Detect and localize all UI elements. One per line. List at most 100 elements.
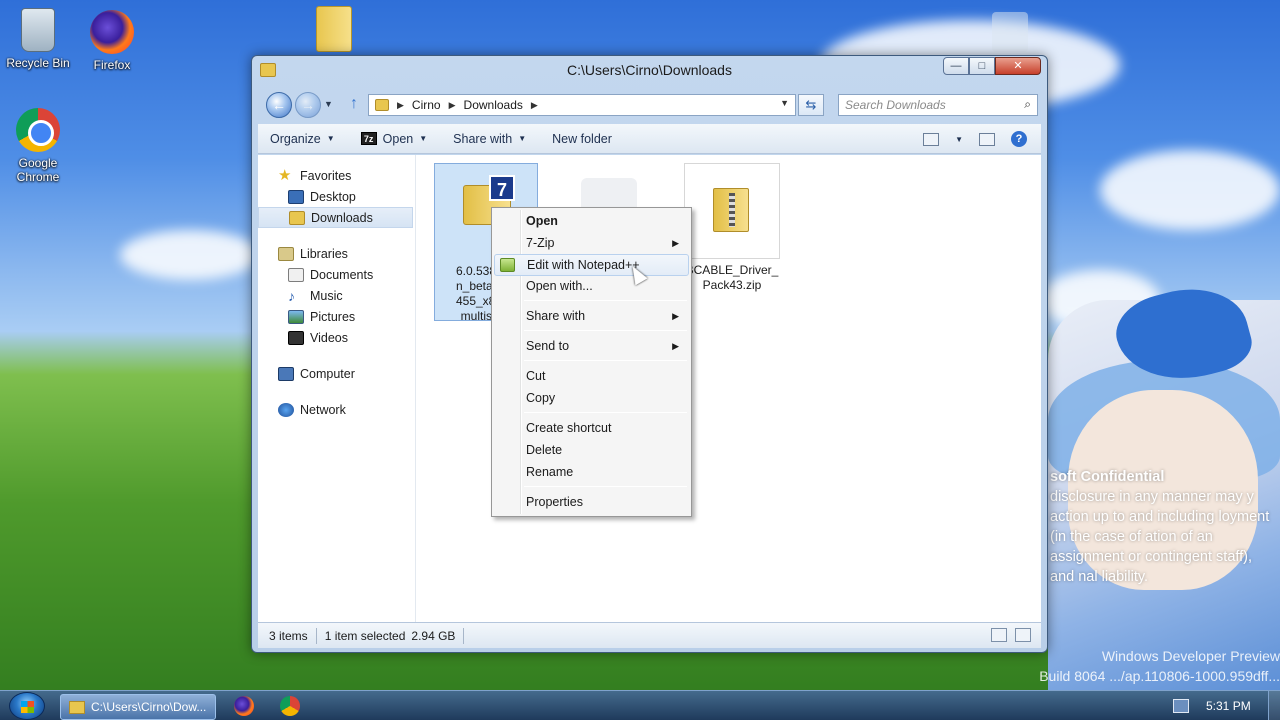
taskbar: C:\Users\Cirno\Dow... 5:31 PM [0,690,1280,720]
help-icon[interactable]: ? [1011,131,1027,147]
network-tray-icon[interactable] [1173,699,1189,713]
menu-label: 7-Zip [526,236,555,250]
command-bar: Organize ▼ 7z Open ▼ Share with ▼ New fo… [258,124,1041,154]
start-button[interactable] [9,692,45,720]
clock[interactable]: 5:31 PM [1206,699,1251,713]
menu-copy[interactable]: Copy [494,387,689,409]
search-icon: ⌕ [1024,97,1031,111]
organize-menu[interactable]: Organize ▼ [270,132,335,146]
nav-computer[interactable]: Computer [258,363,415,384]
nav-downloads[interactable]: Downloads [258,207,413,228]
nav-label: Videos [310,330,348,345]
desktop-recycle-bin[interactable]: Recycle Bin [0,8,76,70]
forward-button[interactable]: → [295,92,321,118]
confidential-watermark: soft Confidential disclosure in any mann… [1050,469,1270,585]
menu-create-shortcut[interactable]: Create shortcut [494,417,689,439]
taskbar-chrome-icon[interactable] [280,696,300,716]
menu-open-with[interactable]: Open with... [494,275,689,297]
up-button[interactable]: ↑ [350,95,358,113]
nav-documents[interactable]: Documents [258,264,415,285]
maximize-button[interactable]: □ [969,57,995,75]
show-desktop-button[interactable] [1268,691,1280,720]
submenu-arrow-icon: ▶ [672,311,679,321]
search-input[interactable]: Search Downloads ⌕ [838,94,1038,116]
wallpaper-cloud [1100,150,1280,230]
toolbar-right: ▼ ? [923,131,1027,147]
nav-videos[interactable]: Videos [258,327,415,348]
share-with-menu[interactable]: Share with ▼ [453,132,526,146]
share-with-label: Share with [453,131,513,146]
menu-rename[interactable]: Rename [494,461,689,483]
preview-pane-icon[interactable] [979,132,995,146]
file-name-line: BCABLE_Driver_ [685,263,779,277]
view-toggle [991,628,1031,642]
nav-label: Computer [300,366,355,381]
menu-edit-notepad[interactable]: Edit with Notepad++ [494,254,689,276]
menu-send-to[interactable]: Send to ▶ [494,335,689,357]
chrome-icon [16,108,60,152]
window-controls: — □ ✕ [943,57,1041,75]
open-menu[interactable]: 7z Open ▼ [360,132,428,146]
notepad-plus-plus-icon [500,258,515,272]
menu-open[interactable]: Open [494,210,689,232]
nav-label: Pictures [310,309,356,324]
menu-properties[interactable]: Properties [494,491,689,513]
menu-cut[interactable]: Cut [494,365,689,387]
nav-label: Desktop [310,189,356,204]
nav-pictures[interactable]: Pictures [258,306,415,327]
firefox-icon [90,10,134,54]
taskbar-explorer-button[interactable]: C:\Users\Cirno\Dow... [60,694,216,720]
zip-file-icon [713,188,749,232]
desktop-firefox[interactable]: Firefox [74,10,150,72]
menu-7zip[interactable]: 7-Zip ▶ [494,232,689,254]
desktop-icon-label: Google Chrome [16,156,60,184]
menu-delete[interactable]: Delete [494,439,689,461]
videos-icon [288,330,304,345]
selection-size: 2.94 GB [411,628,456,643]
nav-music[interactable]: ♪ Music [258,285,415,306]
desktop-icon-label: Firefox [93,58,131,72]
desktop-folder-icon[interactable] [316,6,352,52]
file-item[interactable]: BCABLE_Driver_ Pack43.zip [680,163,784,293]
breadcrumb-cirno[interactable]: Cirno [412,98,441,112]
breadcrumb-arrow-icon[interactable]: ▶ [531,100,538,111]
nav-desktop[interactable]: Desktop [258,186,415,207]
minimize-button[interactable]: — [943,57,969,75]
address-dropdown-icon[interactable]: ▼ [780,98,789,108]
nav-network[interactable]: Network [258,399,415,420]
nav-label: Music [310,288,343,303]
menu-label: Send to [526,339,570,353]
taskbar-firefox-icon[interactable] [234,696,254,716]
recent-pages-dropdown[interactable]: ▼ [324,99,333,109]
back-button[interactable]: ← [266,92,292,118]
breadcrumb-arrow-icon[interactable]: ▶ [449,100,456,111]
menu-share-with[interactable]: Share with ▶ [494,305,689,327]
new-folder-button[interactable]: New folder [552,132,612,146]
chevron-down-icon[interactable]: ▼ [955,135,963,144]
address-bar[interactable]: ▶ Cirno ▶ Downloads ▶ ▼ [368,94,796,116]
window-title: C:\Users\Cirno\Downloads [567,62,732,78]
item-count: 3 items [269,628,308,643]
large-icons-view-icon[interactable] [1015,628,1031,642]
nav-libraries[interactable]: Libraries [258,243,415,264]
nav-favorites[interactable]: ★ Favorites [258,165,415,186]
change-view-icon[interactable] [923,132,940,146]
folder-icon [69,700,85,714]
7zip-icon: 7 [489,175,515,201]
desktop-ghost-icon[interactable] [992,12,1028,52]
desktop-icon-label: Recycle Bin [6,56,70,70]
desktop-chrome[interactable]: Google Chrome [0,108,76,184]
breadcrumb-downloads[interactable]: Downloads [464,98,523,112]
breadcrumb-arrow-icon[interactable]: ▶ [397,100,404,111]
details-view-icon[interactable] [991,628,1007,642]
submenu-arrow-icon: ▶ [672,341,679,351]
file-name-line: Pack43.zip [702,278,762,292]
navigation-pane: ★ Favorites Desktop Downloads Libraries … [258,155,416,622]
organize-label: Organize [270,131,321,146]
refresh-button[interactable]: ⇆ [798,94,824,116]
folder-icon [375,99,389,111]
title-bar[interactable]: C:\Users\Cirno\Downloads — □ ✕ [252,56,1047,86]
chevron-down-icon: ▼ [419,134,428,143]
7zip-icon: 7z [360,132,377,145]
close-button[interactable]: ✕ [995,57,1041,75]
